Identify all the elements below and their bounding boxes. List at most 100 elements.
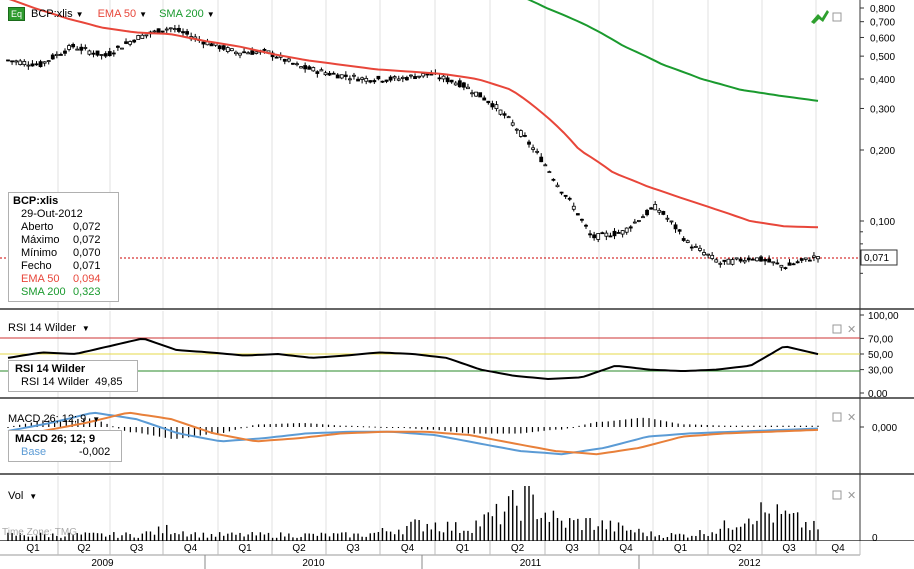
macd-maximize-icon[interactable] [832, 412, 842, 422]
volume-bar [422, 531, 424, 541]
candle-body [571, 205, 576, 210]
macd-hist-bar [630, 418, 633, 427]
macd-hist-bar [240, 427, 242, 429]
candle-body [539, 156, 544, 163]
volume-bar [593, 529, 595, 541]
volume-bar [157, 526, 160, 541]
candle-body [201, 41, 206, 45]
candle-body [217, 45, 222, 50]
vol-close-icon[interactable]: ✕ [847, 490, 856, 502]
volume-bar [275, 537, 278, 541]
volume-bar [328, 536, 331, 541]
info-row: Fecho 0,071 [21, 260, 101, 272]
rsi-tick-label: 0,00 [868, 389, 888, 400]
candle-body [518, 130, 523, 137]
candle-body [783, 267, 788, 269]
candle-body [63, 50, 67, 54]
volume-bar [92, 532, 95, 541]
quarter-label: Q4 [184, 543, 198, 554]
candle-body [584, 224, 588, 227]
macd-title[interactable]: MACD 26; 12; 9 ▼ [8, 413, 100, 425]
candle-body [79, 46, 84, 51]
macd-hist-bar [421, 427, 423, 430]
trend-icon[interactable] [811, 10, 829, 24]
volume-bar [446, 521, 449, 541]
candle-body [34, 63, 39, 66]
volume-bar [536, 519, 538, 541]
volume-bar [259, 532, 262, 541]
volume-bar [251, 532, 253, 541]
candle-body [128, 41, 133, 45]
volume-bar [137, 537, 139, 541]
macd-close-icon[interactable]: ✕ [847, 412, 856, 424]
macd-hist-bar [584, 424, 586, 427]
candle-body [6, 59, 10, 62]
legend-symbol[interactable]: BCP:xlis ▼ [31, 8, 84, 20]
volume-bar [218, 532, 221, 541]
rsi-tick-label: 70,00 [868, 334, 893, 345]
volume-bar [235, 534, 237, 541]
candle-body [59, 54, 63, 56]
macd-hist-bar [322, 424, 324, 427]
volume-bar [190, 534, 192, 541]
macd-hist-bar [735, 425, 738, 427]
info-row: EMA 50 0,094 [21, 273, 101, 285]
macd-hist-bar [747, 425, 749, 427]
volume-bar [573, 520, 575, 541]
vol-maximize-icon[interactable] [832, 490, 842, 500]
rsi-title[interactable]: RSI 14 Wilder ▼ [8, 322, 90, 334]
macd-hist-bar [100, 421, 102, 427]
candle-body [376, 75, 381, 80]
candle-body [132, 39, 137, 43]
time-axis: Q1 Q2 Q3 Q4 Q1 Q2 Q3 Q4 Q1 Q2 Q3 Q4 Q1 Q2 Q3 Q4 2009 2010… [0, 541, 914, 569]
candle-body [657, 209, 662, 213]
quarter-label: Q1 [456, 543, 470, 554]
volume-bar [267, 532, 270, 541]
legend-ema[interactable]: EMA 50 ▼ [98, 8, 148, 20]
macd-hist-bar [438, 427, 440, 431]
quarter-label: Q2 [728, 543, 742, 554]
volume-bar [532, 494, 534, 541]
volume-bar [638, 528, 640, 541]
candle-body [380, 80, 385, 83]
rsi-close-icon[interactable]: ✕ [847, 324, 856, 336]
volume-bar [520, 520, 522, 541]
rsi-maximize-icon[interactable] [832, 324, 842, 334]
volume-bar [129, 534, 131, 541]
volume-bar [300, 536, 302, 541]
candle-body [750, 258, 755, 261]
macd-tick-label: 0,000 [872, 423, 897, 434]
volume-bar [336, 533, 339, 541]
volume-bar [320, 532, 323, 541]
main-legend: Eq BCP:xlis ▼ EMA 50 ▼ SMA 200 ▼ [8, 7, 215, 21]
macd-hist-bar [566, 427, 569, 429]
volume-bar [255, 535, 257, 541]
maximize-icon[interactable] [832, 12, 842, 22]
volume-bar [161, 533, 164, 541]
legend-sma[interactable]: SMA 200 ▼ [159, 8, 215, 20]
volume-bar [377, 531, 380, 541]
candle-body [409, 74, 413, 77]
volume-bar [316, 535, 319, 541]
macd-hist-bar [560, 427, 563, 430]
volume-bar [332, 533, 335, 541]
info-row: Mínimo 0,070 [21, 247, 101, 259]
candle-body [775, 262, 780, 265]
candle-body [384, 79, 389, 82]
macd-hist-bar [619, 420, 621, 427]
candle-body [221, 45, 226, 50]
volume-bar [772, 522, 774, 541]
volume-bar [385, 531, 388, 541]
volume-bar [361, 536, 363, 541]
macd-hist-bar [432, 427, 434, 430]
candle-body [502, 113, 507, 116]
volume-bar [231, 532, 233, 541]
price-tick-label: 0,300 [870, 104, 895, 115]
volume-bar [613, 531, 616, 541]
macd-hist-bar [316, 423, 318, 427]
volume-bar [357, 533, 359, 541]
quarter-label: Q3 [565, 543, 579, 554]
vol-title[interactable]: Vol ▼ [8, 490, 37, 502]
volume-bar [345, 532, 347, 541]
volume-bar [133, 537, 135, 541]
